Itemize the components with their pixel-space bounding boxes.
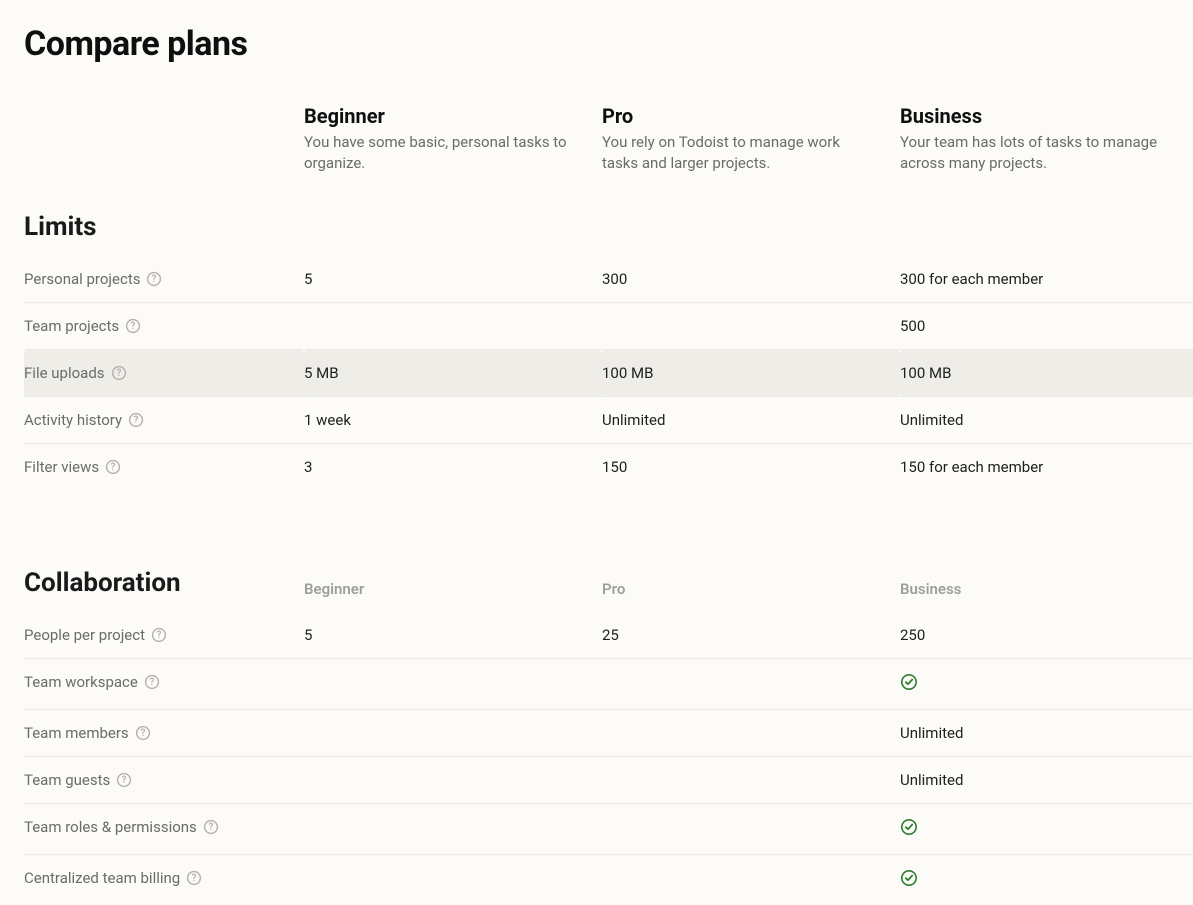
svg-text:?: ? <box>140 728 145 739</box>
cell-pro <box>602 757 900 804</box>
row-label: Team roles & permissions? <box>24 804 304 855</box>
plan-desc: You rely on Todoist to manage work tasks… <box>602 132 900 174</box>
table-row: Team projects? 500 <box>24 303 1193 350</box>
table-row: File uploads?5 MB100 MB100 MB <box>24 350 1193 397</box>
plan-header-row: Beginner You have some basic, personal t… <box>24 104 1193 174</box>
cell-beginner <box>304 303 602 350</box>
info-icon[interactable]: ? <box>128 412 144 428</box>
row-label: Activity history? <box>24 397 304 444</box>
cell-business: Unlimited <box>900 710 1193 757</box>
plan-desc: Your team has lots of tasks to manage ac… <box>900 132 1193 174</box>
svg-text:?: ? <box>149 677 154 688</box>
info-icon[interactable]: ? <box>135 725 151 741</box>
info-icon[interactable]: ? <box>186 870 202 886</box>
plan-name: Business <box>900 104 1193 132</box>
svg-text:?: ? <box>122 775 127 786</box>
cell-pro <box>602 303 900 350</box>
table-row: Team guests? Unlimited <box>24 757 1193 804</box>
table-row: People per project?525250 <box>24 612 1193 659</box>
table-row: Filter views?3150150 for each member <box>24 444 1193 491</box>
table-row: Team members? Unlimited <box>24 710 1193 757</box>
cell-business: 500 <box>900 303 1193 350</box>
page-title: Compare plans <box>24 24 1169 64</box>
table-row: Team workspace? <box>24 659 1193 710</box>
check-icon <box>900 873 918 891</box>
svg-text:?: ? <box>157 630 162 641</box>
plan-header-business: Business Your team has lots of tasks to … <box>900 104 1193 174</box>
section-heading-limits: Limits <box>24 174 304 256</box>
cell-pro <box>602 710 900 757</box>
info-icon[interactable]: ? <box>203 819 219 835</box>
check-icon <box>900 822 918 840</box>
cell-business: Unlimited <box>900 397 1193 444</box>
cell-pro <box>602 659 900 710</box>
info-icon[interactable]: ? <box>111 365 127 381</box>
plan-header-pro: Pro You rely on Todoist to manage work t… <box>602 104 900 174</box>
cell-business <box>900 804 1193 855</box>
cell-business: 250 <box>900 612 1193 659</box>
cell-pro: Unlimited <box>602 397 900 444</box>
svg-text:?: ? <box>116 368 121 379</box>
plan-name: Beginner <box>304 104 602 132</box>
cell-beginner: 5 MB <box>304 350 602 397</box>
cell-pro: 25 <box>602 612 900 659</box>
check-icon <box>900 677 918 695</box>
table-row: Activity history?1 weekUnlimitedUnlimite… <box>24 397 1193 444</box>
cell-business: 150 for each member <box>900 444 1193 491</box>
row-label: Team projects? <box>24 303 304 350</box>
cell-business: 300 for each member <box>900 256 1193 303</box>
info-icon[interactable]: ? <box>144 674 160 690</box>
cell-beginner <box>304 757 602 804</box>
table-row: Personal projects?5300300 for each membe… <box>24 256 1193 303</box>
row-label: Personal projects? <box>24 256 304 303</box>
cell-pro <box>602 804 900 855</box>
cell-beginner: 1 week <box>304 397 602 444</box>
svg-text:?: ? <box>111 462 116 473</box>
sub-plan-beginner: Beginner <box>304 530 602 612</box>
table-row: Centralized team billing? <box>24 855 1193 905</box>
cell-beginner: 3 <box>304 444 602 491</box>
table-row: Team roles & permissions? <box>24 804 1193 855</box>
info-icon[interactable]: ? <box>105 459 121 475</box>
cell-beginner <box>304 710 602 757</box>
row-label: Team workspace? <box>24 659 304 710</box>
plan-header-beginner: Beginner You have some basic, personal t… <box>304 104 602 174</box>
plan-name: Pro <box>602 104 900 132</box>
info-icon[interactable]: ? <box>146 271 162 287</box>
cell-business: Unlimited <box>900 757 1193 804</box>
cell-beginner: 5 <box>304 612 602 659</box>
cell-pro: 300 <box>602 256 900 303</box>
cell-business <box>900 855 1193 905</box>
svg-text:?: ? <box>152 274 157 285</box>
section-heading-collaboration: Collaboration <box>24 530 304 612</box>
svg-text:?: ? <box>131 321 136 332</box>
cell-beginner: 5 <box>304 256 602 303</box>
cell-beginner <box>304 659 602 710</box>
row-label: People per project? <box>24 612 304 659</box>
compare-plans-table: Beginner You have some basic, personal t… <box>24 104 1193 905</box>
cell-business: 100 MB <box>900 350 1193 397</box>
cell-pro: 150 <box>602 444 900 491</box>
sub-plan-business: Business <box>900 530 1193 612</box>
svg-text:?: ? <box>192 873 197 884</box>
info-icon[interactable]: ? <box>125 318 141 334</box>
cell-business <box>900 659 1193 710</box>
row-label: Team guests? <box>24 757 304 804</box>
svg-text:?: ? <box>134 415 139 426</box>
plan-desc: You have some basic, personal tasks to o… <box>304 132 602 174</box>
svg-text:?: ? <box>208 822 213 833</box>
cell-beginner <box>304 804 602 855</box>
row-label: Team members? <box>24 710 304 757</box>
row-label: File uploads? <box>24 350 304 397</box>
row-label: Filter views? <box>24 444 304 491</box>
sub-plan-pro: Pro <box>602 530 900 612</box>
info-icon[interactable]: ? <box>151 627 167 643</box>
cell-pro <box>602 855 900 905</box>
row-label: Centralized team billing? <box>24 855 304 905</box>
cell-pro: 100 MB <box>602 350 900 397</box>
cell-beginner <box>304 855 602 905</box>
